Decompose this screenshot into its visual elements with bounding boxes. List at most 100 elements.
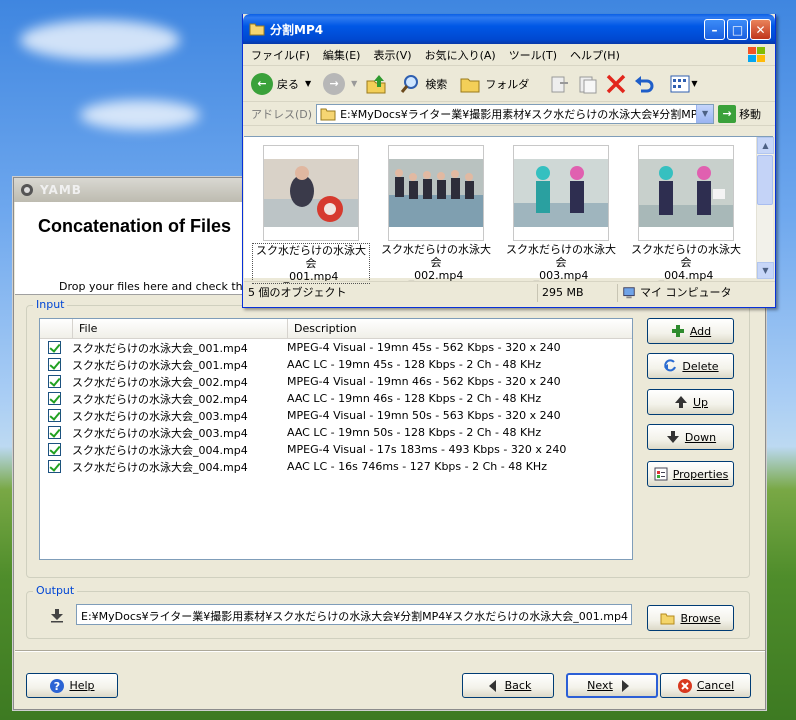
row-checkbox[interactable] bbox=[48, 443, 61, 456]
search-label: 検索 bbox=[425, 77, 448, 91]
table-row[interactable]: スク水だらけの水泳大会_003.mp4 MPEG-4 Visual - 19mn … bbox=[40, 407, 632, 424]
move-to-button[interactable] bbox=[549, 73, 571, 95]
menu-help[interactable]: ヘルプ(H) bbox=[570, 47, 620, 63]
row-file-name: スク水だらけの水泳大会_001.mp4 bbox=[72, 341, 248, 355]
row-checkbox[interactable] bbox=[48, 392, 61, 405]
footer-divider bbox=[15, 650, 765, 652]
output-path-field[interactable]: E:¥MyDocs¥ライター業¥撮影用素材¥スク水だらけの水泳大会¥分割MP4¥… bbox=[76, 604, 632, 625]
file-thumbnail[interactable]: スク水だらけの水泳大会 _002.mp4 bbox=[377, 145, 495, 282]
table-row[interactable]: スク水だらけの水泳大会_001.mp4 MPEG-4 Visual - 19mn … bbox=[40, 339, 632, 356]
folders-button[interactable]: フォルダ bbox=[459, 73, 529, 95]
file-name: スク水だらけの水泳大会 _001.mp4 bbox=[252, 243, 370, 284]
list-header-check[interactable] bbox=[40, 319, 73, 338]
up-folder-button[interactable] bbox=[365, 73, 387, 95]
delete-button[interactable]: Delete bbox=[647, 353, 734, 379]
undo-button[interactable] bbox=[633, 73, 655, 95]
scroll-up-icon[interactable]: ▲ bbox=[757, 137, 774, 154]
help-button[interactable]: ? Help bbox=[26, 673, 118, 698]
delete-toolbar-button[interactable] bbox=[605, 73, 627, 95]
menu-tools[interactable]: ツール(T) bbox=[509, 47, 557, 63]
row-checkbox[interactable] bbox=[48, 358, 61, 371]
column-header-file[interactable]: File bbox=[73, 319, 288, 338]
next-button[interactable]: Next bbox=[566, 673, 658, 698]
file-thumbnail[interactable]: スク水だらけの水泳大会 _003.mp4 bbox=[502, 145, 620, 282]
go-label: 移動 bbox=[739, 107, 762, 121]
windows-logo-icon bbox=[748, 47, 765, 62]
help-label: Help bbox=[69, 679, 95, 692]
table-row[interactable]: スク水だらけの水泳大会_003.mp4 AAC LC - 19mn 50s - 1… bbox=[40, 424, 632, 441]
desktop-cloud bbox=[80, 100, 200, 130]
arrow-down-icon bbox=[665, 429, 681, 445]
row-file-name: スク水だらけの水泳大会_004.mp4 bbox=[72, 460, 248, 474]
row-checkbox[interactable] bbox=[48, 460, 61, 473]
search-button[interactable]: 検索 bbox=[399, 73, 447, 95]
address-field[interactable]: E:¥MyDocs¥ライター業¥撮影用素材¥スク水だらけの水泳大会¥分割MP4 … bbox=[316, 103, 715, 124]
forward-arrow-icon: → bbox=[323, 72, 346, 95]
back-dropdown-icon[interactable]: ▼ bbox=[305, 79, 311, 88]
folder-open-icon bbox=[660, 610, 676, 626]
cancel-label: Cancel bbox=[696, 679, 735, 692]
delete-label: Delete bbox=[682, 359, 719, 373]
explorer-titlebar[interactable]: 分割MP4 – □ ✕ bbox=[243, 14, 775, 44]
up-folder-icon bbox=[366, 74, 386, 93]
file-name: スク水だらけの水泳大会 _003.mp4 bbox=[506, 243, 616, 282]
row-file-name: スク水だらけの水泳大会_003.mp4 bbox=[72, 409, 248, 423]
input-file-list[interactable]: File Description スク水だらけの水泳大会_001.mp4 MPEG… bbox=[39, 318, 633, 560]
menu-edit[interactable]: 編集(E) bbox=[323, 47, 361, 63]
window-controls: – □ ✕ bbox=[704, 19, 771, 40]
browse-button[interactable]: Browse bbox=[647, 605, 734, 631]
row-file-name: スク水だらけの水泳大会_001.mp4 bbox=[72, 358, 248, 372]
down-button[interactable]: Down bbox=[647, 424, 734, 450]
views-button[interactable]: ▼ bbox=[669, 73, 697, 95]
delete-x-icon bbox=[607, 74, 626, 93]
scroll-down-icon[interactable]: ▼ bbox=[757, 262, 774, 279]
row-file-name: スク水だらけの水泳大会_002.mp4 bbox=[72, 375, 248, 389]
table-row[interactable]: スク水だらけの水泳大会_001.mp4 AAC LC - 19mn 45s - 1… bbox=[40, 356, 632, 373]
vertical-scrollbar[interactable]: ▲ ▼ bbox=[756, 137, 774, 279]
go-button[interactable]: → 移動 bbox=[718, 104, 762, 123]
up-button[interactable]: Up bbox=[647, 389, 734, 415]
copy-to-icon bbox=[579, 76, 597, 93]
move-to-icon bbox=[551, 76, 569, 92]
my-computer-icon bbox=[623, 286, 635, 298]
copy-to-button[interactable] bbox=[577, 73, 599, 95]
forward-nav-button[interactable]: → ▼ bbox=[323, 72, 357, 95]
back-button[interactable]: Back bbox=[462, 673, 554, 698]
menu-favorites[interactable]: お気に入り(A) bbox=[425, 47, 496, 63]
video-thumbnail-image bbox=[638, 145, 734, 241]
back-nav-button[interactable]: ← 戻る ▼ bbox=[251, 72, 311, 95]
table-row[interactable]: スク水だらけの水泳大会_002.mp4 AAC LC - 19mn 46s - 1… bbox=[40, 390, 632, 407]
add-button[interactable]: Add bbox=[647, 318, 734, 344]
row-checkbox[interactable] bbox=[48, 426, 61, 439]
table-row[interactable]: スク水だらけの水泳大会_002.mp4 MPEG-4 Visual - 19mn … bbox=[40, 373, 632, 390]
file-thumbnail[interactable]: スク水だらけの水泳大会 _004.mp4 bbox=[627, 145, 745, 282]
forward-dropdown-icon[interactable]: ▼ bbox=[351, 79, 357, 88]
up-label: Up bbox=[692, 395, 709, 409]
back-label: Back bbox=[504, 679, 532, 692]
file-thumbnail[interactable]: スク水だらけの水泳大会 _001.mp4 bbox=[252, 145, 370, 284]
table-row[interactable]: スク水だらけの水泳大会_004.mp4 MPEG-4 Visual - 17s 1… bbox=[40, 441, 632, 458]
go-arrow-icon: → bbox=[718, 104, 737, 123]
menu-file[interactable]: ファイル(F) bbox=[251, 47, 310, 63]
row-checkbox[interactable] bbox=[48, 341, 61, 354]
menu-view[interactable]: 表示(V) bbox=[373, 47, 411, 63]
cancel-button[interactable]: Cancel bbox=[660, 673, 751, 698]
delete-icon bbox=[662, 358, 678, 374]
row-checkbox[interactable] bbox=[48, 375, 61, 388]
table-row[interactable]: スク水だらけの水泳大会_004.mp4 AAC LC - 16s 746ms - … bbox=[40, 458, 632, 475]
column-header-description[interactable]: Description bbox=[288, 319, 632, 338]
video-thumbnail-image bbox=[263, 145, 359, 241]
toolbar: ← 戻る ▼ → ▼ 検索 フォルダ ▼ bbox=[243, 66, 775, 102]
close-button[interactable]: ✕ bbox=[750, 19, 771, 40]
minimize-button[interactable]: – bbox=[704, 19, 725, 40]
properties-button[interactable]: Properties bbox=[647, 461, 734, 487]
scroll-thumb[interactable] bbox=[757, 155, 773, 205]
row-checkbox[interactable] bbox=[48, 409, 61, 422]
status-size: 295 MB bbox=[538, 283, 618, 302]
address-dropdown-icon[interactable]: ▼ bbox=[696, 104, 714, 123]
row-description: MPEG-4 Visual - 19mn 45s - 562 Kbps - 32… bbox=[287, 341, 561, 354]
yamb-app-icon bbox=[21, 184, 33, 196]
explorer-window: 分割MP4 – □ ✕ ファイル(F) 編集(E) 表示(V) お気に入り(A)… bbox=[242, 14, 776, 308]
address-text: E:¥MyDocs¥ライター業¥撮影用素材¥スク水だらけの水泳大会¥分割MP4 bbox=[340, 107, 705, 121]
maximize-button[interactable]: □ bbox=[727, 19, 748, 40]
